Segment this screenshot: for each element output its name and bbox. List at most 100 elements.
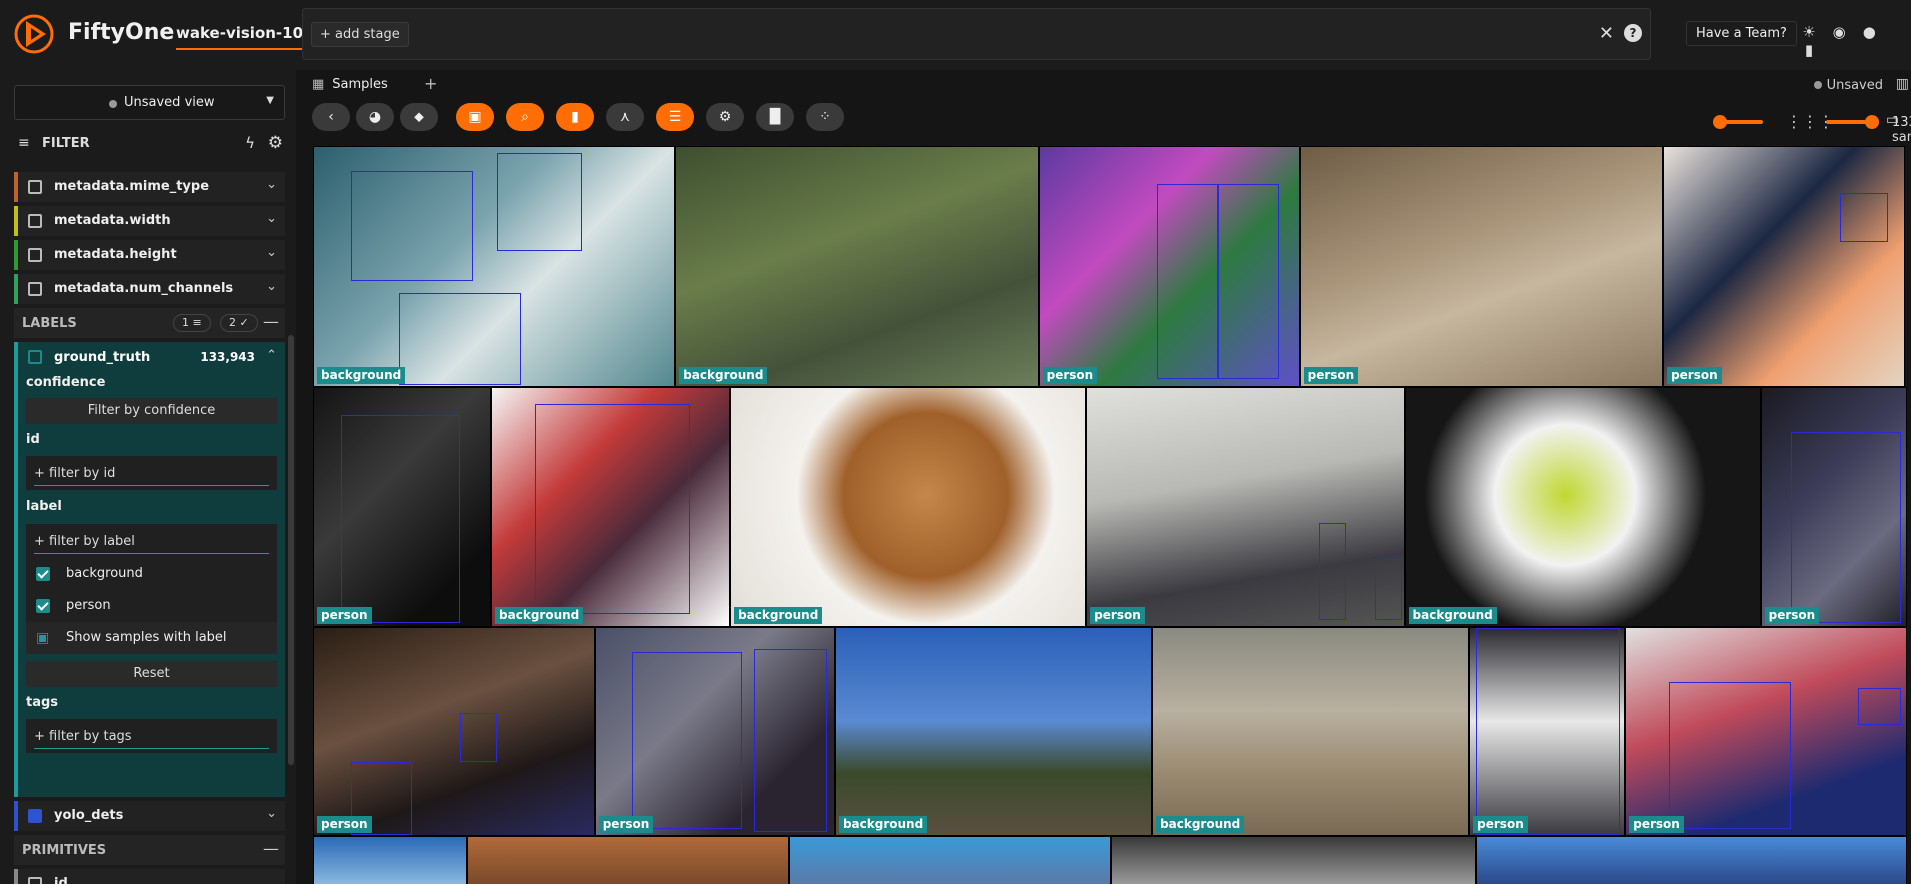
field-row-num-channels[interactable]: metadata.num_channels ⌄	[14, 274, 285, 304]
docs-icon[interactable]: ▮	[1800, 41, 1818, 59]
field-checkbox[interactable]	[28, 214, 42, 228]
chevron-down-icon[interactable]: ⌄	[266, 806, 277, 821]
sample-tile[interactable]: person	[1038, 146, 1300, 388]
field-checkbox[interactable]	[28, 877, 42, 884]
sample-tile[interactable]: background	[313, 146, 676, 388]
field-row-mime-type[interactable]: metadata.mime_type ⌄	[14, 172, 285, 202]
field-row-height[interactable]: metadata.height ⌄	[14, 240, 285, 270]
fiftyone-logo-icon[interactable]	[14, 13, 56, 55]
field-row-id[interactable]: id	[14, 869, 285, 884]
field-row-width[interactable]: metadata.width ⌄	[14, 206, 285, 236]
sample-tile[interactable]: person	[1469, 626, 1626, 837]
labels-section-header[interactable]: LABELS 1 ≡ 2 ✓ —	[14, 308, 285, 338]
add-tab-icon[interactable]: +	[424, 74, 437, 93]
sample-tile[interactable]: background	[834, 626, 1153, 837]
search-button[interactable]: ⌕	[506, 103, 544, 131]
patches-icon: ▣	[468, 109, 482, 125]
sample-tile[interactable]	[313, 836, 467, 884]
show-samples-with-label-option[interactable]: ▣ Show samples with label	[26, 622, 277, 654]
sample-tile[interactable]: person	[594, 626, 835, 837]
sample-tile[interactable]: person	[313, 626, 595, 837]
sample-tile[interactable]: background	[730, 387, 1087, 627]
field-checkbox[interactable]	[28, 180, 42, 194]
labels-visible-pill[interactable]: 2 ✓	[220, 314, 258, 332]
field-row-yolo-dets[interactable]: yolo_dets ⌄	[14, 801, 285, 831]
field-checkbox[interactable]	[28, 350, 42, 364]
chevron-down-icon[interactable]: ⌄	[266, 245, 277, 260]
tile-label: person	[1764, 606, 1820, 624]
discord-icon[interactable]: ◉	[1830, 23, 1848, 41]
sample-tile[interactable]	[788, 836, 1111, 884]
tile-label: background	[1408, 606, 1497, 624]
filter-by-confidence-button[interactable]: Filter by confidence	[26, 398, 277, 424]
chevron-down-icon[interactable]: ⌄	[266, 177, 277, 192]
id-filter-input[interactable]: + filter by id	[26, 456, 277, 490]
reset-button[interactable]: Reset	[26, 661, 277, 687]
labels-filter-pill[interactable]: 1 ≡	[173, 314, 211, 332]
have-a-team-button[interactable]: Have a Team?	[1686, 21, 1797, 46]
help-icon[interactable]: ?	[1624, 24, 1642, 42]
sample-tile[interactable]: person	[1299, 146, 1664, 388]
add-stage-button[interactable]: + add stage	[311, 22, 409, 47]
tags-filter-placeholder: + filter by tags	[34, 729, 132, 744]
collapse-icon[interactable]: —	[263, 312, 279, 331]
sample-tile[interactable]: background	[491, 387, 731, 627]
tile-label: background	[1156, 816, 1245, 834]
back-button[interactable]: ‹	[312, 103, 350, 131]
list-button[interactable]: ☰	[656, 103, 694, 131]
chevron-down-icon[interactable]: ⌄	[266, 211, 277, 226]
tile-label: background	[495, 606, 584, 624]
expand-icon[interactable]: ▭	[1886, 112, 1899, 128]
field-label: metadata.mime_type	[54, 179, 210, 194]
label-value-person[interactable]: person	[26, 590, 277, 622]
sample-tile[interactable]: person	[1760, 387, 1907, 627]
settings-button[interactable]: ⚙	[706, 103, 744, 131]
scatter-icon: ⁘	[819, 109, 831, 125]
chevron-up-icon[interactable]: ⌃	[266, 348, 277, 363]
view-selector[interactable]: Unsaved view ▼	[14, 85, 285, 120]
sample-tile[interactable]	[1476, 836, 1907, 884]
sidebar-scrollbar[interactable]	[288, 335, 294, 765]
confidence-label: confidence	[26, 375, 106, 390]
gear-icon[interactable]: ⚙	[268, 133, 283, 153]
label-value-background[interactable]: background	[26, 558, 277, 590]
sample-tile[interactable]	[1110, 836, 1477, 884]
color-palette-button[interactable]: ◕	[356, 103, 394, 131]
tile-label: person	[1667, 367, 1722, 385]
sample-tile[interactable]: person	[1663, 146, 1905, 388]
sample-tile[interactable]: person	[313, 387, 492, 627]
field-checkbox[interactable]	[28, 809, 42, 823]
split-layout-icon[interactable]: ▥	[1896, 76, 1909, 92]
collapse-icon[interactable]: —	[263, 839, 279, 858]
bookmark-button[interactable]: ▮	[556, 103, 594, 131]
primitives-section-header[interactable]: PRIMITIVES —	[14, 835, 285, 865]
sample-tile[interactable]	[466, 836, 789, 884]
field-checkbox[interactable]	[28, 282, 42, 296]
lightning-icon[interactable]: ϟ	[245, 134, 255, 152]
view-bar[interactable]: + add stage ✕ ?	[302, 8, 1651, 60]
sample-tile[interactable]: person	[1625, 626, 1907, 837]
histogram-button[interactable]: ▐▌	[756, 103, 794, 131]
embeddings-button[interactable]: ⁘	[806, 103, 844, 131]
value-checkbox[interactable]	[36, 567, 50, 581]
tab-samples[interactable]: ▦ Samples	[312, 77, 388, 92]
zoom-slider-knob[interactable]	[1865, 115, 1879, 129]
value-checkbox[interactable]	[36, 599, 50, 613]
field-checkbox[interactable]	[28, 248, 42, 262]
slider-knob[interactable]	[1713, 115, 1727, 129]
patches-button[interactable]: ▣	[456, 103, 494, 131]
theme-sun-icon[interactable]: ☀	[1800, 23, 1818, 41]
view-status-dot	[109, 100, 117, 108]
tags-filter-input[interactable]: + filter by tags	[26, 719, 277, 753]
sample-tile[interactable]: background	[675, 146, 1039, 388]
chevron-down-icon[interactable]: ⌄	[266, 279, 277, 294]
sample-tile[interactable]: background	[1404, 387, 1761, 627]
clear-view-icon[interactable]: ✕	[1599, 23, 1614, 44]
tag-button[interactable]: ⬥	[400, 103, 438, 131]
merge-button[interactable]: ⋏	[606, 103, 644, 131]
sample-tile[interactable]: person	[1086, 387, 1405, 627]
label-filter-input[interactable]: + filter by label	[26, 524, 277, 558]
github-icon[interactable]: ●	[1860, 23, 1878, 41]
sample-tile[interactable]: background	[1152, 626, 1470, 837]
dataset-name[interactable]: wake-vision-10	[176, 24, 304, 50]
